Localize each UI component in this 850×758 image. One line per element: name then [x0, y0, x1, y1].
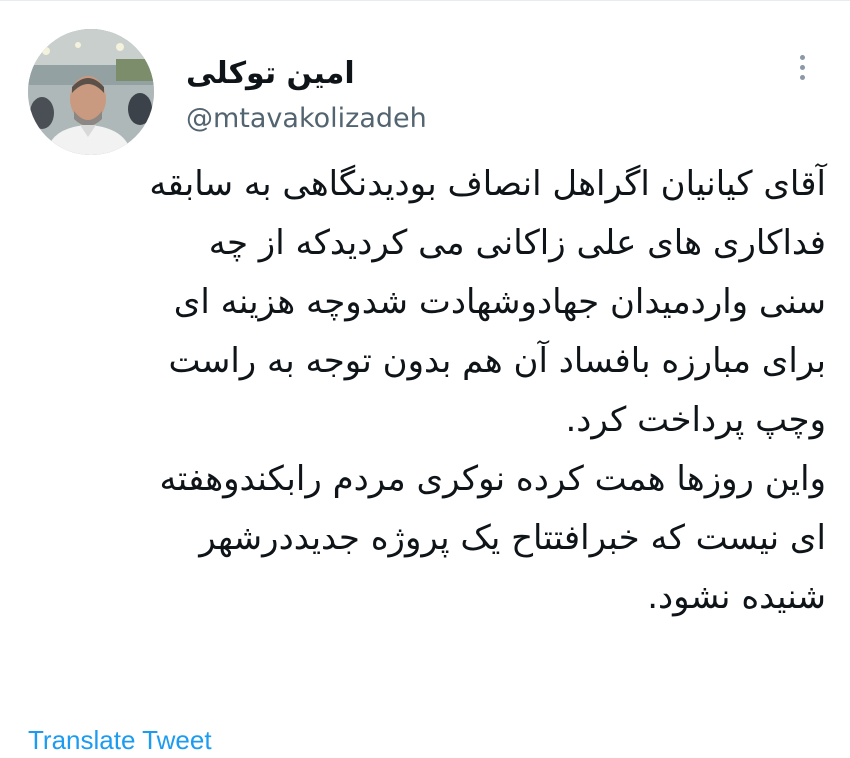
more-dot — [799, 74, 805, 80]
more-options-icon[interactable] — [786, 45, 818, 89]
tweet-text-line: واین روزها همت کرده نوکری مردم رابکندوهف… — [159, 459, 826, 499]
translate-tweet-link[interactable]: Translate Tweet — [28, 724, 212, 756]
author-display-name[interactable]: امین توکلی — [186, 56, 355, 92]
tweet-text-line: ای نیست که خبرافتتاح یک پروژه جدیددرشهر — [199, 518, 826, 558]
tweet-text-line: فداکاری های علی زاکانی می کردیدکه از چه — [208, 223, 826, 263]
tweet-text-line: سنی واردمیدان جهادوشهادت شدوچه هزینه ای — [173, 282, 826, 322]
tweet-text-line: شنیده نشود. — [647, 577, 826, 617]
avatar[interactable] — [28, 29, 154, 155]
tweet-text-line: وچپ پرداخت کرد. — [565, 400, 826, 440]
tweet-text-line: برای مبارزه بافساد آن هم بدون توجه به را… — [168, 341, 826, 381]
tweet-card: امین توکلی @mtavakolizadeh آقای کیانیان … — [0, 0, 850, 758]
author-handle[interactable]: @mtavakolizadeh — [186, 102, 427, 136]
tweet-text-line: آقای کیانیان اگراهل انصاف بودیدنگاهی به … — [149, 164, 826, 204]
avatar-photo — [28, 29, 154, 155]
tweet-text: آقای کیانیان اگراهل انصاف بودیدنگاهی به … — [26, 155, 826, 627]
more-dot — [799, 54, 805, 60]
more-dot — [799, 64, 805, 70]
